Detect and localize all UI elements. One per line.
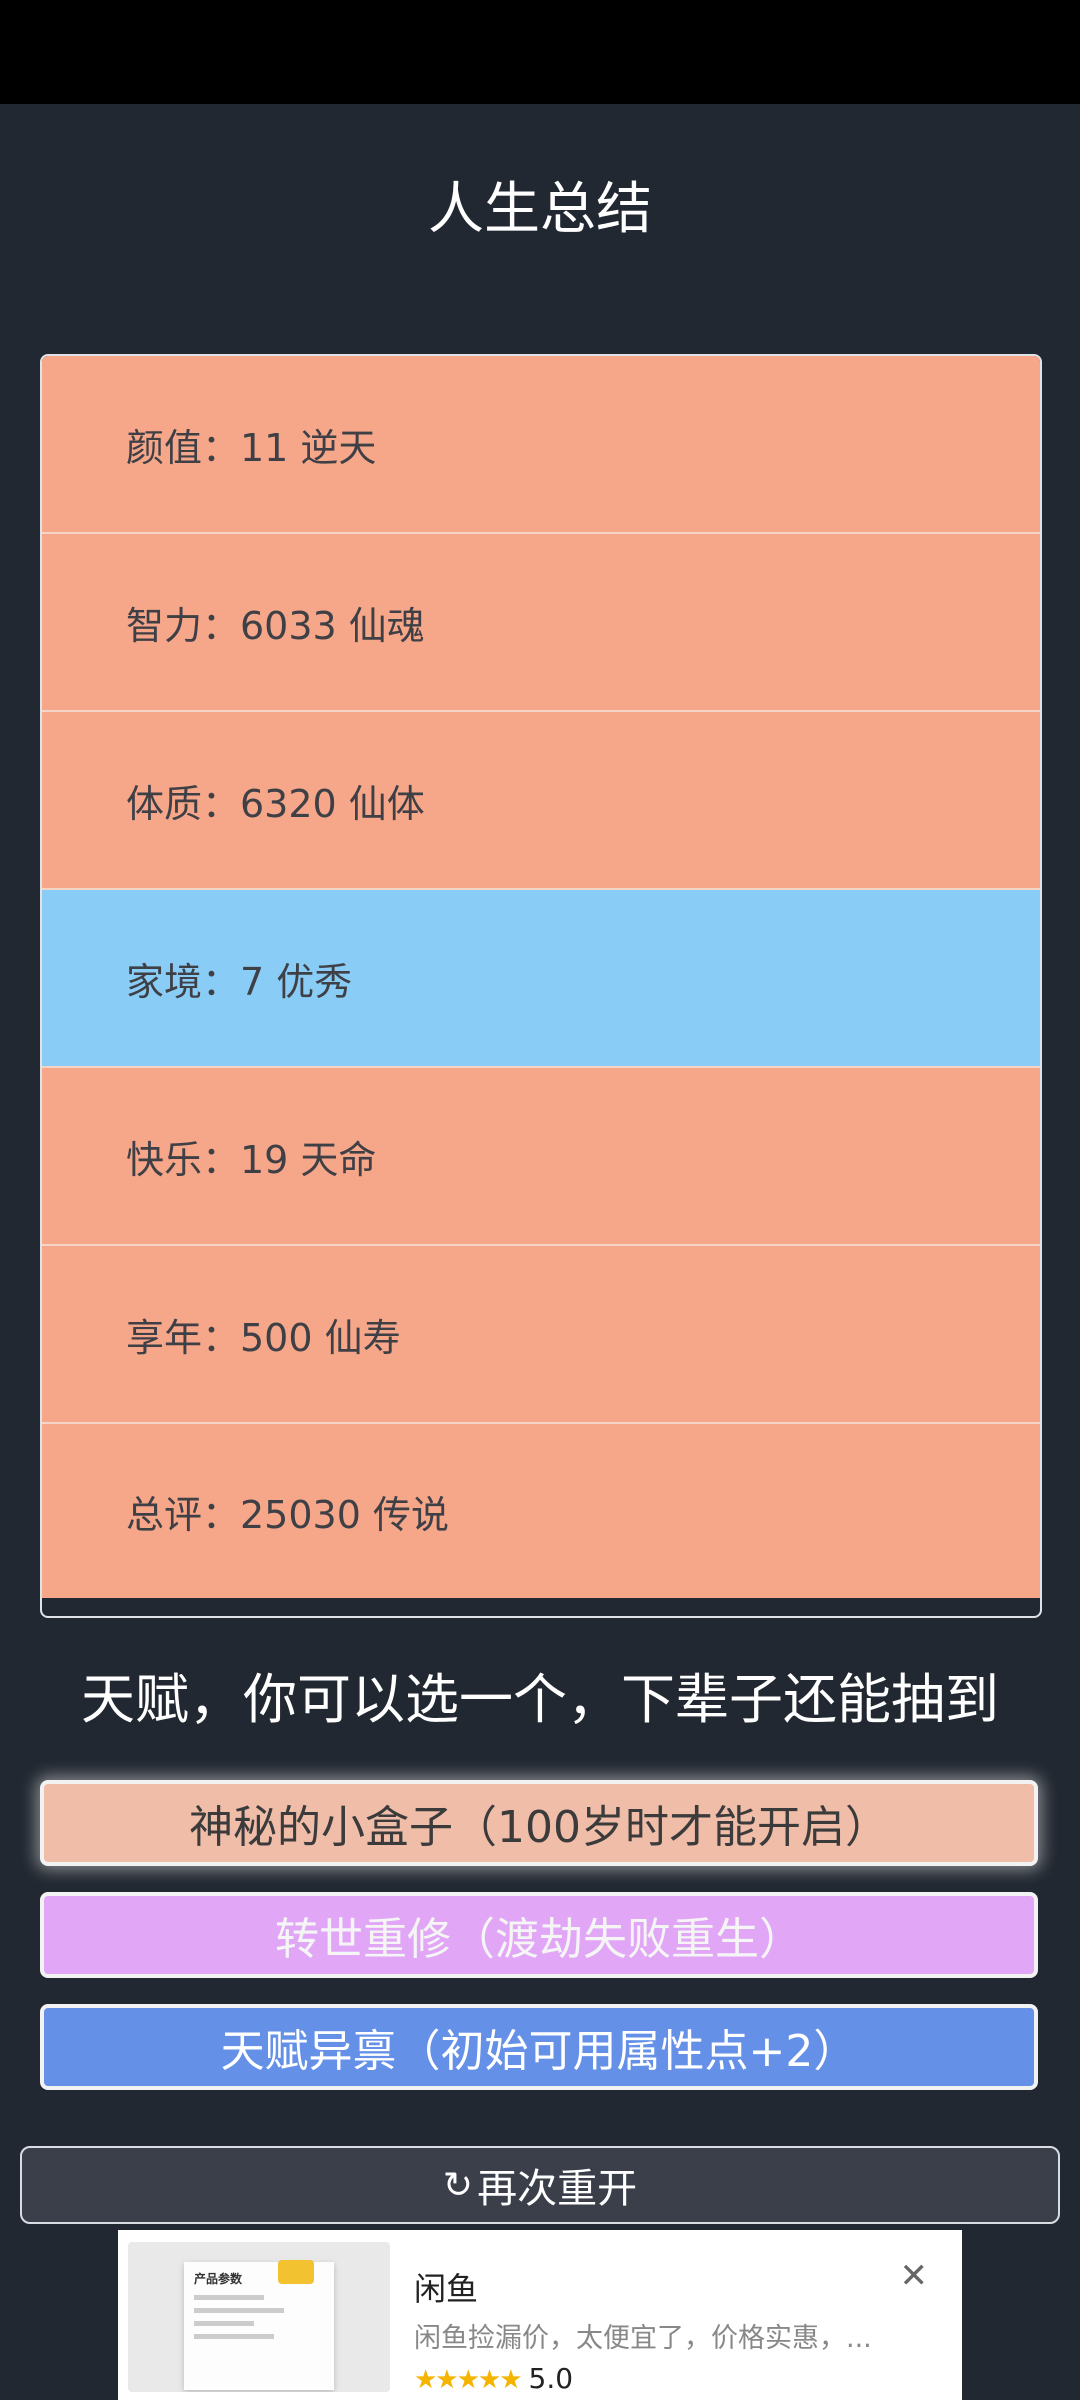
summary-row-overall: 总评：25030 传说 (42, 1424, 1040, 1598)
status-bar (0, 0, 1080, 104)
summary-row-intelligence: 智力：6033 仙魂 (42, 534, 1040, 712)
talent-option-gifted[interactable]: 天赋异禀（初始可用属性点+2） (40, 2004, 1038, 2090)
page-title: 人生总结 (428, 177, 652, 242)
ad-rating-value: 5.0 (528, 2362, 574, 2395)
restart-label: 再次重开 (477, 2166, 638, 2212)
ad-thumbnail-badge (278, 2260, 314, 2284)
summary-row-appearance: 颜值：11 逆天 (42, 356, 1040, 534)
talent-option-rebirth[interactable]: 转世重修（渡劫失败重生） (40, 1892, 1038, 1978)
ad-thumbnail: 产品参数 (128, 2242, 390, 2392)
summary-row-family: 家境：7 优秀 (42, 890, 1040, 1068)
ad-banner[interactable]: 产品参数 闲鱼 闲鱼捡漏价，太便宜了，价格实惠，... ★★★★★ 5.0 ✕ (118, 2230, 962, 2400)
summary-row-constitution: 体质：6320 仙体 (42, 712, 1040, 890)
talent-heading: 天赋，你可以选一个，下辈子还能抽到 (81, 1668, 999, 1731)
talent-option-mystery-box[interactable]: 神秘的小盒子（100岁时才能开启） (40, 1780, 1038, 1866)
refresh-icon: ↻ (442, 2164, 474, 2206)
close-icon[interactable]: ✕ (900, 2256, 929, 2296)
star-rating-icon: ★★★★★ (414, 2365, 523, 2395)
summary-row-happiness: 快乐：19 天命 (42, 1068, 1040, 1246)
ad-description: 闲鱼捡漏价，太便宜了，价格实惠，... (414, 2323, 872, 2354)
restart-button[interactable]: ↻ 再次重开 (20, 2146, 1060, 2224)
ad-rating: ★★★★★ 5.0 (414, 2362, 573, 2395)
life-summary-panel: 颜值：11 逆天 智力：6033 仙魂 体质：6320 仙体 家境：7 优秀 快… (40, 354, 1042, 1618)
ad-title: 闲鱼 (414, 2270, 479, 2308)
summary-row-lifespan: 享年：500 仙寿 (42, 1246, 1040, 1424)
